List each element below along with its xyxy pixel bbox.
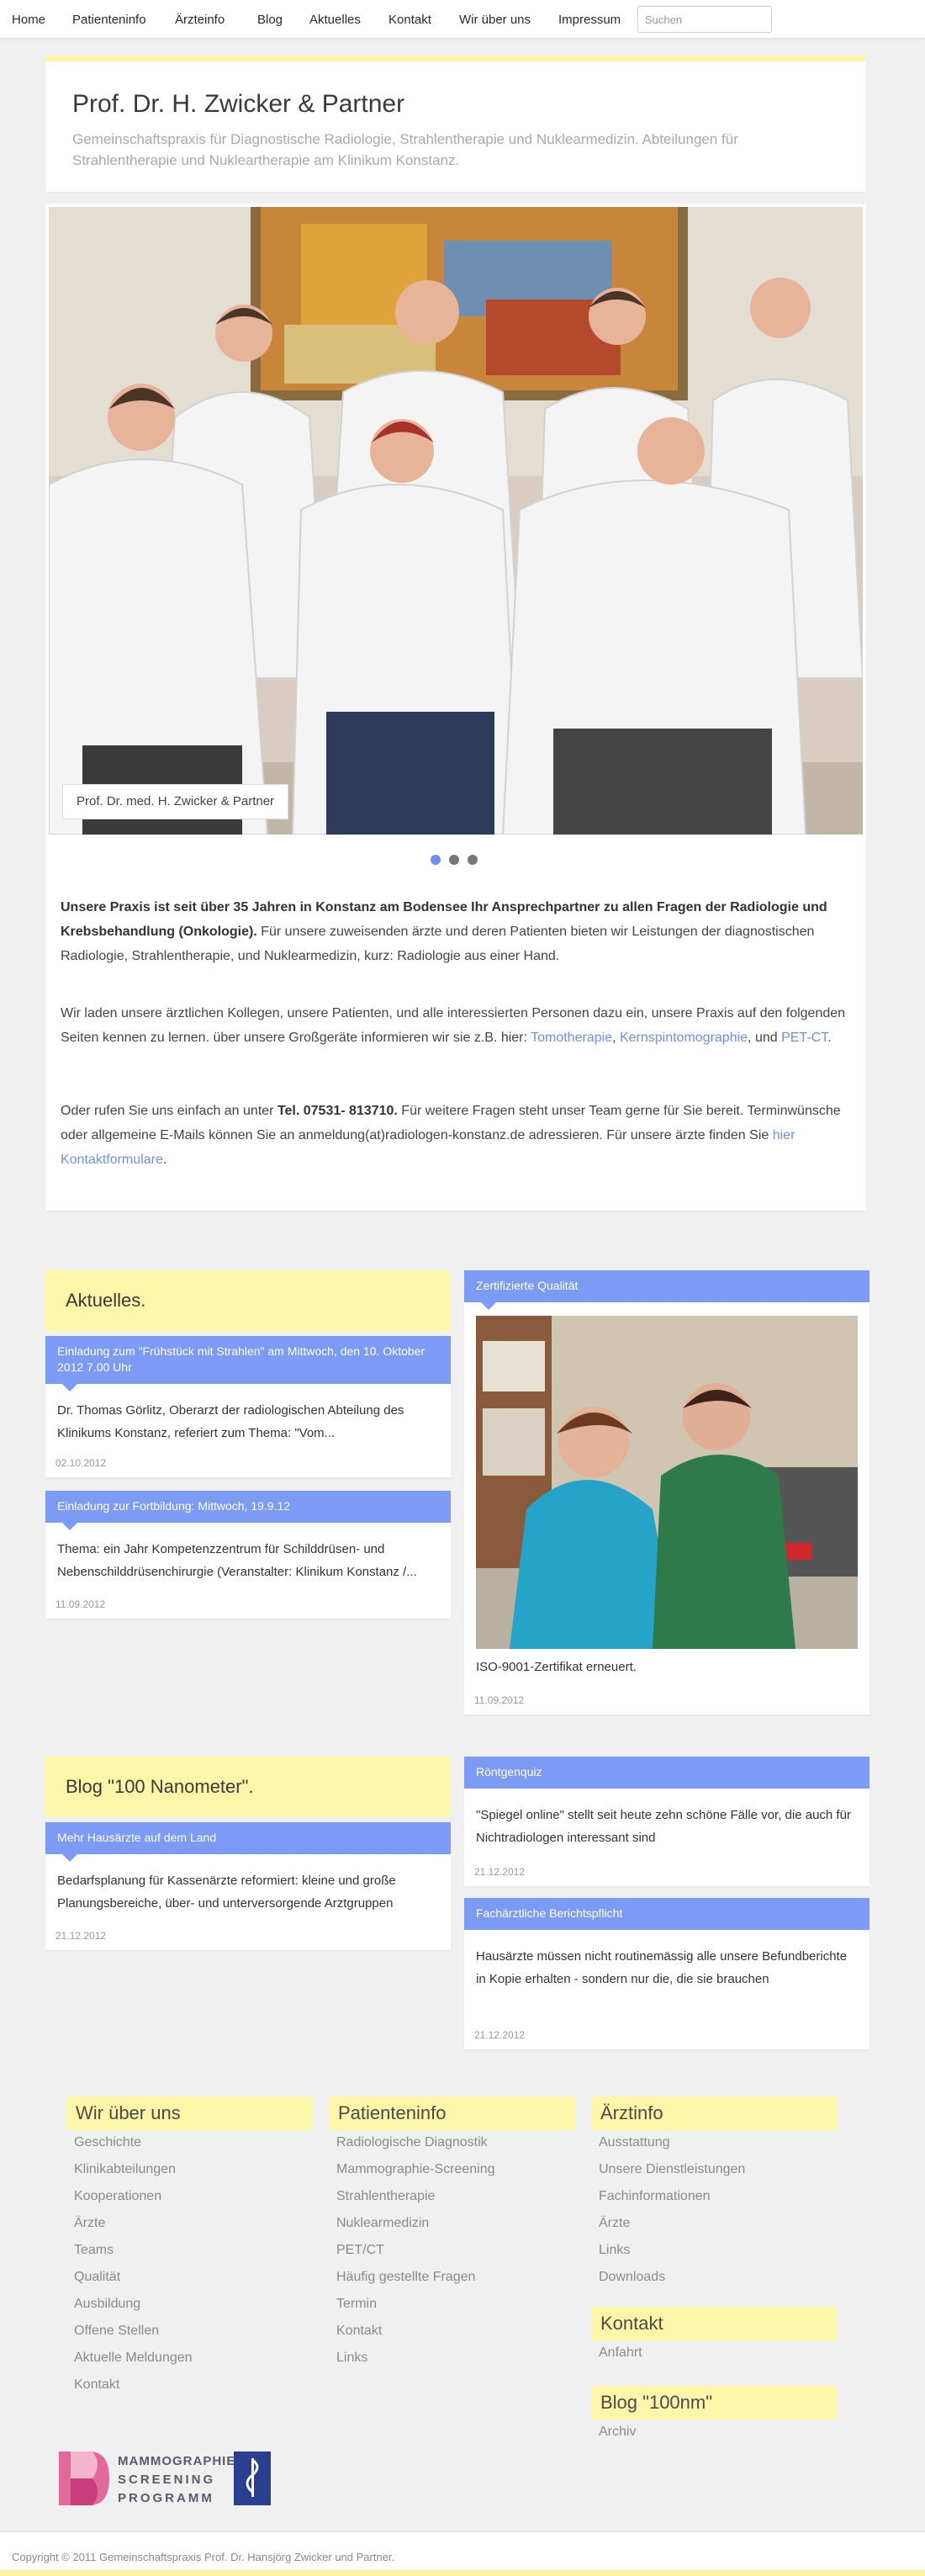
nav-home[interactable]: Home: [12, 13, 45, 27]
site-title: Prof. Dr. H. Zwicker & Partner: [72, 90, 405, 118]
intro-p2-sep2: , und: [748, 1031, 782, 1045]
mammo-line3: PROGRAMM: [118, 2491, 214, 2505]
site-header: Prof. Dr. H. Zwicker & Partner Gemeinsch…: [45, 56, 866, 192]
intro-p3-end: .: [162, 1153, 167, 1167]
copyright-bar: Copyright © 2011 Gemeinschaftspraxis Pro…: [0, 2531, 925, 2576]
qualitaet-date: 11.09.2012: [474, 1694, 525, 1706]
footer-link-ausbildung[interactable]: Ausbildung: [74, 2297, 140, 2312]
mammographie-screening-logo[interactable]: MAMMOGRAPHIE SCREENING PROGRAMM: [59, 2448, 274, 2512]
intro-paragraph-2: Wir laden unsere ärztlichen Kollegen, un…: [61, 1001, 851, 1050]
footer-link-qualitaet[interactable]: Qualität: [74, 2270, 120, 2285]
footer-heading-patienteninfo: Patienteninfo: [330, 2096, 575, 2130]
site-subtitle: Gemeinschaftspraxis für Diagnostische Ra…: [72, 131, 738, 168]
footer-link-teams[interactable]: Teams: [74, 2243, 114, 2258]
berichtspflicht-body: Hausärzte müssen nicht routinemässig all…: [476, 1949, 848, 1986]
footer-link-aktuelle-meldungen[interactable]: Aktuelle Meldungen: [74, 2351, 193, 2366]
mammo-line2: SCREENING: [118, 2473, 215, 2487]
nav-blog[interactable]: Blog: [257, 13, 283, 27]
footer-link-archiv[interactable]: Archiv: [599, 2425, 636, 2440]
aktuelles-heading: Aktuelles.: [45, 1270, 451, 1331]
link-pet-ct[interactable]: PET-CT: [781, 1031, 827, 1045]
link-tomotherapie[interactable]: Tomotherapie: [531, 1031, 612, 1045]
footer-link-kooperationen[interactable]: Kooperationen: [74, 2189, 161, 2204]
berichtspflicht-card[interactable]: Fachärztliche Berichtspflicht Hausärzte …: [464, 1898, 870, 2049]
qualitaet-photo: [476, 1316, 858, 1649]
news-date: 11.09.2012: [56, 1598, 106, 1610]
footer-link-patienten-links[interactable]: Links: [336, 2351, 367, 2366]
slider-dot-1[interactable]: [431, 855, 441, 865]
news-body: Dr. Thomas Görlitz, Oberarzt der radiolo…: [57, 1403, 404, 1440]
team-photo-slide[interactable]: Prof. Dr. med. H. Zwicker & Partner: [49, 207, 863, 835]
footer-link-nuklearmedizin[interactable]: Nuklearmedizin: [336, 2216, 429, 2231]
footer-link-dienstleistungen[interactable]: Unsere Dienstleistungen: [599, 2162, 745, 2177]
news-title[interactable]: Einladung zum "Frühstück mit Strahlen" a…: [45, 1336, 451, 1391]
footer-link-anfahrt[interactable]: Anfahrt: [599, 2345, 642, 2361]
blog-date: 21.12.2012: [56, 1930, 107, 1942]
copyright-text: Copyright © 2011 Gemeinschaftspraxis Pro…: [12, 2551, 395, 2563]
footer-link-aerzte-liste[interactable]: Ärzte: [599, 2216, 630, 2231]
footer-link-klinikabteilungen[interactable]: Klinikabteilungen: [74, 2162, 176, 2177]
blog-title[interactable]: Mehr Hausärzte auf dem Land: [45, 1822, 451, 1862]
footer-link-ausstattung[interactable]: Ausstattung: [599, 2135, 670, 2150]
roentgenquiz-card[interactable]: Röntgenquiz "Spiegel online" stellt seit…: [464, 1757, 870, 1886]
phone-number: Tel. 07531- 813710.: [277, 1104, 398, 1118]
news-body: Thema: ein Jahr Kompetenzzentrum für Sch…: [57, 1542, 417, 1579]
footer-link-downloads[interactable]: Downloads: [599, 2270, 665, 2285]
footer-link-faq[interactable]: Häufig gestellte Fragen: [336, 2270, 475, 2285]
blog-heading: Blog "100 Nanometer".: [45, 1757, 451, 1817]
roentgenquiz-title[interactable]: Röntgenquiz: [464, 1757, 870, 1789]
footer-link-pet-ct[interactable]: PET/CT: [336, 2243, 384, 2258]
search-input[interactable]: [637, 6, 772, 33]
footer-link-strahlentherapie[interactable]: Strahlentherapie: [336, 2189, 435, 2204]
main-content-card: Prof. Dr. med. H. Zwicker & Partner Unse…: [45, 204, 866, 1211]
intro-paragraph-3: Oder rufen Sie uns einfach an unter Tel.…: [61, 1099, 851, 1172]
roentgenquiz-body: "Spiegel online" stellt seit heute zehn …: [476, 1808, 851, 1845]
bottom-stripe: [0, 2570, 925, 2576]
footer-link-kontakt[interactable]: Kontakt: [74, 2377, 119, 2393]
berichtspflicht-date: 21.12.2012: [474, 2029, 526, 2041]
footer-link-termin[interactable]: Termin: [336, 2297, 377, 2312]
news-date: 02.10.2012: [56, 1457, 107, 1469]
link-kernspintomographie[interactable]: Kernspintomographie: [620, 1031, 748, 1045]
slider-dot-2[interactable]: [449, 855, 459, 865]
intro-p2-end: .: [827, 1031, 832, 1045]
blog-item-1[interactable]: Mehr Hausärzte auf dem Land Bedarfsplanu…: [45, 1822, 451, 1950]
footer-heading-aerztinfo: Ärztinfo: [592, 2096, 838, 2130]
slide-caption: Prof. Dr. med. H. Zwicker & Partner: [62, 784, 289, 819]
footer-heading-blog: Blog "100nm": [592, 2386, 838, 2420]
footer-link-geschichte[interactable]: Geschichte: [74, 2135, 141, 2150]
aktuelles-item-2[interactable]: Einladung zur Fortbildung: Mittwoch, 19.…: [45, 1491, 451, 1619]
intro-paragraph-1: Unsere Praxis ist seit über 35 Jahren in…: [61, 895, 851, 968]
nav-kontakt[interactable]: Kontakt: [388, 13, 431, 27]
nav-aerzteinfo[interactable]: Ärzteinfo: [175, 13, 225, 27]
footer-link-mammographie-screening[interactable]: Mammographie-Screening: [336, 2162, 495, 2177]
nav-wir-ueber-uns[interactable]: Wir über uns: [459, 13, 531, 27]
footer-link-aerzte-links[interactable]: Links: [599, 2243, 630, 2258]
nav-impressum[interactable]: Impressum: [558, 13, 621, 27]
nav-aktuelles[interactable]: Aktuelles: [309, 13, 361, 27]
team-photo: [49, 207, 863, 835]
mammo-line1: MAMMOGRAPHIE: [118, 2454, 235, 2468]
aktuelles-item-1[interactable]: Einladung zum "Frühstück mit Strahlen" a…: [45, 1336, 451, 1477]
footer-link-fachinformationen[interactable]: Fachinformationen: [599, 2189, 711, 2204]
nav-patienteninfo[interactable]: Patienteninfo: [72, 13, 146, 27]
intro-p2-sep1: ,: [612, 1031, 620, 1045]
slider-dot-3[interactable]: [468, 855, 478, 865]
news-title[interactable]: Einladung zur Fortbildung: Mittwoch, 19.…: [45, 1491, 451, 1530]
qualitaet-body: ISO-9001-Zertifikat erneuert.: [476, 1660, 637, 1674]
footer-link-patienten-kontakt[interactable]: Kontakt: [336, 2324, 382, 2339]
berichtspflicht-title[interactable]: Fachärztliche Berichtspflicht: [464, 1898, 870, 1930]
footer-link-aerzte[interactable]: Ärzte: [74, 2216, 105, 2231]
footer-link-offene-stellen[interactable]: Offene Stellen: [74, 2324, 159, 2339]
qualitaet-card[interactable]: Zertifizierte Qualität ISO-9001-Zertifik…: [464, 1270, 870, 1715]
footer-heading-wir-ueber-uns: Wir über uns: [67, 2096, 313, 2130]
qualitaet-title[interactable]: Zertifizierte Qualität: [464, 1270, 870, 1310]
intro-p3-text-a: Oder rufen Sie uns einfach an unter: [61, 1104, 278, 1118]
footer-link-radiologische-diagnostik[interactable]: Radiologische Diagnostik: [336, 2135, 488, 2150]
top-navigation: Home Patienteninfo Ärzteinfo Blog Aktuel…: [0, 0, 925, 39]
roentgenquiz-date: 21.12.2012: [474, 1866, 526, 1878]
blog-body: Bedarfsplanung für Kassenärzte reformier…: [57, 1874, 396, 1911]
footer-heading-kontakt: Kontakt: [592, 2307, 838, 2340]
